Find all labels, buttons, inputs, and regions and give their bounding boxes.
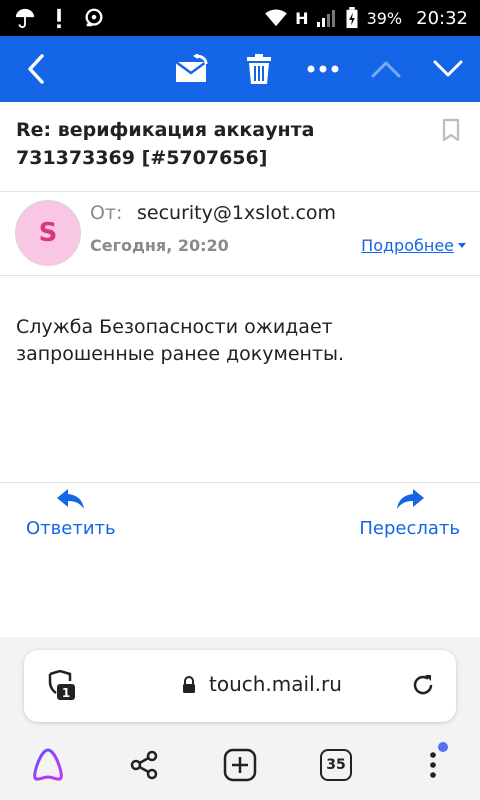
- browser-nav-bar: 35: [0, 740, 480, 800]
- clock: 20:32: [416, 7, 468, 29]
- next-email-button[interactable]: [420, 36, 476, 102]
- network-type: H: [295, 8, 309, 28]
- lock-icon: [183, 676, 195, 693]
- battery-charging-icon: [346, 7, 358, 29]
- menu-button[interactable]: [408, 740, 458, 790]
- alert-icon: [57, 8, 61, 29]
- alice-icon: [33, 748, 63, 781]
- email-subject: Re: верификация аккаунта 731373369 [#570…: [16, 119, 315, 169]
- forward-icon: [396, 489, 424, 509]
- forward-label: Переслать: [359, 518, 460, 539]
- app-bar: [0, 36, 480, 102]
- details-link[interactable]: Подробнее: [361, 236, 466, 255]
- details-label: Подробнее: [361, 236, 454, 255]
- divider: [0, 275, 480, 276]
- chevron-down-icon: [458, 243, 466, 248]
- status-bar: H 39% 20:32: [0, 0, 480, 36]
- tabs-button[interactable]: 35: [311, 740, 361, 790]
- from-label: От:: [90, 202, 123, 224]
- bookmark-button[interactable]: [442, 118, 460, 146]
- plus-square-icon: [223, 748, 257, 782]
- reload-icon: [413, 675, 433, 695]
- battery-percent: 39%: [366, 8, 403, 28]
- previous-icon: [371, 61, 401, 78]
- music-icon: [85, 8, 103, 27]
- mark-unread-button[interactable]: [164, 36, 220, 102]
- back-icon: [28, 54, 44, 84]
- wifi-icon: [265, 9, 287, 27]
- more-icon: [307, 65, 339, 73]
- umbrella-icon: [15, 8, 35, 29]
- previous-email-button[interactable]: [358, 36, 414, 102]
- delete-button[interactable]: [231, 36, 287, 102]
- mark-unread-icon: [175, 54, 208, 82]
- new-tab-button[interactable]: [215, 740, 265, 790]
- shield-button[interactable]: 1: [46, 669, 78, 706]
- more-button[interactable]: [295, 36, 351, 102]
- reply-label: Ответить: [26, 518, 116, 539]
- sender-address[interactable]: security@1xslot.com: [137, 202, 336, 224]
- trash-icon: [247, 54, 271, 84]
- email-body: Служба Безопасности ожидает запрошенные …: [16, 316, 345, 365]
- tabs-count: 35: [320, 749, 352, 781]
- url-text: touch.mail.ru: [209, 672, 342, 696]
- signal-icon: [316, 10, 335, 27]
- address-bar[interactable]: 1 touch.mail.ru: [24, 650, 456, 722]
- email-date: Сегодня, 20:20: [90, 236, 229, 255]
- shield-icon: 1: [48, 669, 75, 700]
- forward-button[interactable]: Переслать: [359, 488, 460, 539]
- alice-button[interactable]: [23, 740, 73, 790]
- sender-avatar[interactable]: S: [15, 200, 81, 266]
- more-vertical-icon: [430, 752, 436, 778]
- divider: [0, 191, 480, 192]
- bookmark-icon: [442, 118, 460, 142]
- share-button[interactable]: [119, 740, 169, 790]
- share-icon: [130, 750, 158, 780]
- next-icon: [433, 60, 463, 77]
- reload-button[interactable]: [410, 672, 436, 702]
- back-button[interactable]: [8, 36, 64, 102]
- reply-button[interactable]: Ответить: [26, 488, 116, 539]
- divider: [0, 482, 480, 483]
- notification-dot: [438, 742, 448, 752]
- reply-icon: [56, 489, 84, 509]
- shield-count: 1: [62, 686, 70, 700]
